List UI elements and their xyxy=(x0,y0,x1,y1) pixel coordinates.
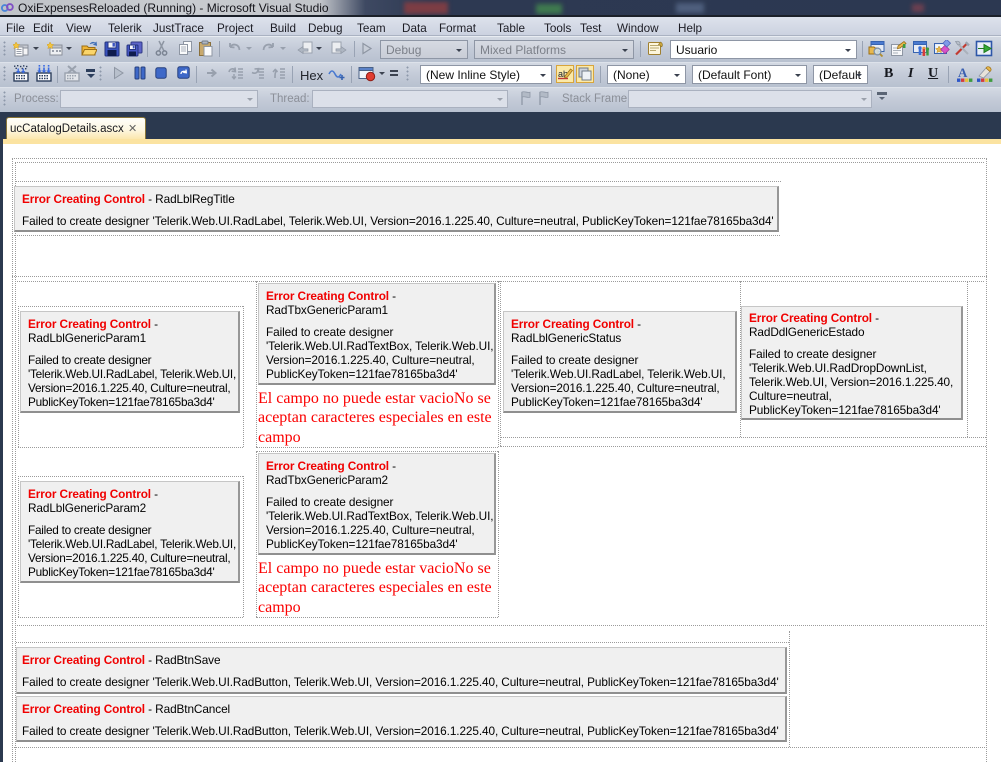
svg-text:A: A xyxy=(958,65,968,80)
